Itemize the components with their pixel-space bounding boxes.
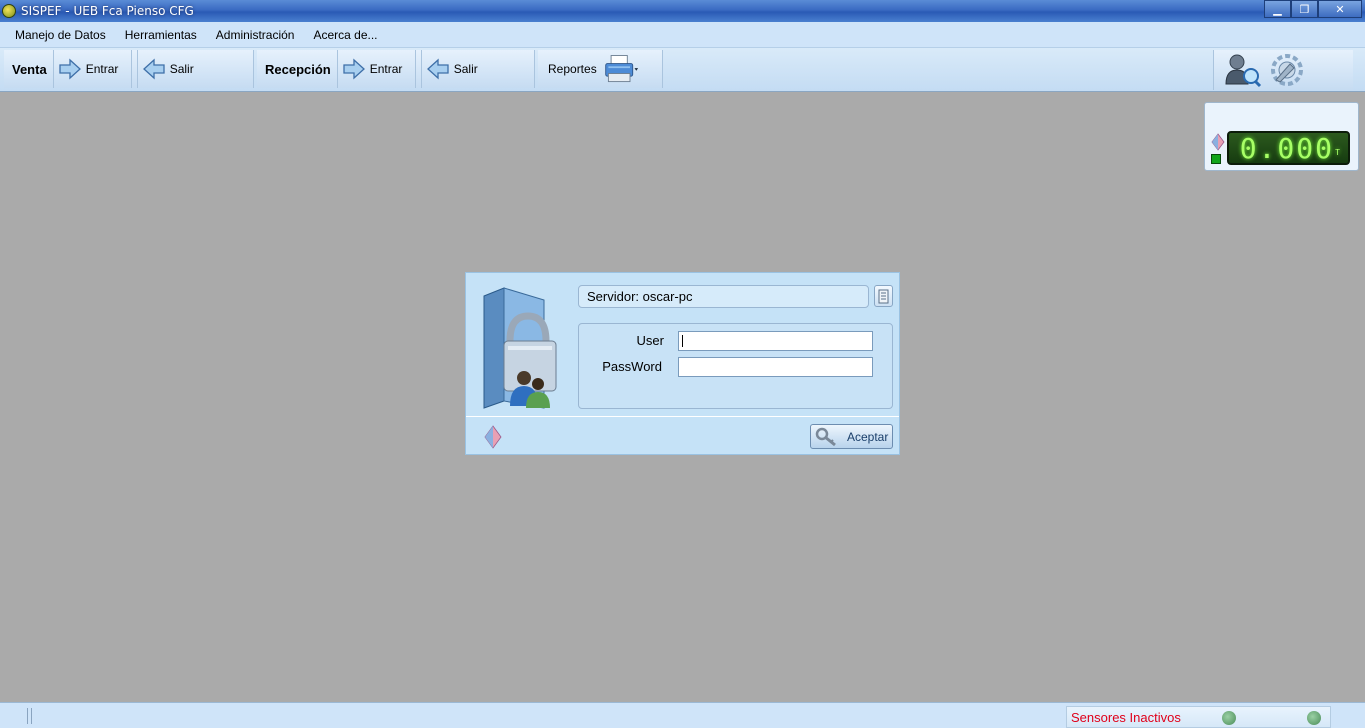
scale-display: 0.000 T [1204, 102, 1359, 171]
server-select-button[interactable] [874, 285, 893, 307]
recepcion-group: Recepción Entrar Salir [257, 50, 535, 88]
server-label-box: Servidor: oscar-pc [578, 285, 869, 308]
accept-label: Aceptar [847, 429, 889, 444]
user-field[interactable] [678, 331, 873, 351]
sensors-status-text: Sensores Inactivos [1071, 710, 1181, 725]
restore-button[interactable]: ❐ [1291, 0, 1318, 18]
password-label: PassWord [602, 359, 662, 374]
scale-lcd: 0.000 T [1227, 131, 1350, 165]
menu-acerca-de[interactable]: Acerca de... [303, 28, 386, 42]
settings-icon[interactable] [1268, 52, 1306, 88]
recepcion-label: Recepción [257, 50, 338, 88]
venta-entrar-label: Entrar [85, 62, 119, 76]
diamond-logo-icon [1211, 133, 1225, 151]
recepcion-salir-label: Salir [453, 62, 478, 76]
scale-value: 0.000 [1239, 131, 1334, 165]
window-title: SISPEF - UEB Fca Pienso CFG [21, 4, 194, 18]
status-grip[interactable] [27, 708, 32, 724]
server-label: Servidor: oscar-pc [587, 289, 693, 304]
user-search-icon[interactable] [1224, 52, 1262, 88]
venta-label: Venta [4, 50, 54, 88]
scale-status-led [1211, 154, 1221, 164]
accept-button[interactable]: Aceptar [810, 424, 893, 449]
sensors-status-panel: Sensores Inactivos [1066, 706, 1331, 728]
sensor-led-1 [1222, 711, 1236, 725]
recepcion-entrar-button[interactable]: Entrar [338, 50, 416, 88]
reportes-group[interactable]: Reportes [538, 50, 663, 88]
arrow-left-icon [426, 58, 449, 80]
security-lock-icon [483, 287, 557, 409]
recepcion-salir-button[interactable]: Salir [422, 50, 486, 88]
diamond-logo-icon [484, 425, 502, 449]
sensor-led-2 [1307, 711, 1321, 725]
venta-salir-button[interactable]: Salir [138, 50, 202, 88]
menu-administracion[interactable]: Administración [206, 28, 304, 42]
window-controls: ▁ ❐ ✕ [1264, 0, 1362, 18]
server-icon [878, 289, 889, 303]
venta-group: Venta Entrar Salir [4, 50, 254, 88]
arrow-left-icon [142, 58, 165, 80]
key-icon [815, 427, 836, 446]
arrow-right-icon [59, 58, 81, 80]
menu-bar: Manejo de Datos Herramientas Administrac… [0, 22, 1365, 48]
printer-icon[interactable] [603, 52, 639, 86]
status-bar: Sensores Inactivos [0, 702, 1365, 728]
scale-unit: T [1335, 148, 1342, 157]
credentials-box: User PassWord [578, 323, 893, 409]
menu-manejo-de-datos[interactable]: Manejo de Datos [5, 28, 115, 42]
minimize-button[interactable]: ▁ [1264, 0, 1291, 18]
menu-herramientas[interactable]: Herramientas [115, 28, 206, 42]
reportes-label: Reportes [548, 62, 597, 76]
venta-salir-label: Salir [169, 62, 194, 76]
arrow-right-icon [343, 58, 365, 80]
dialog-divider [466, 416, 899, 417]
recepcion-entrar-label: Entrar [369, 62, 403, 76]
login-dialog: Servidor: oscar-pc User PassWord Aceptar [465, 272, 900, 455]
text-caret [682, 335, 683, 347]
toolbar-right-icons [1213, 50, 1353, 90]
close-button[interactable]: ✕ [1318, 0, 1362, 18]
password-field[interactable] [678, 357, 873, 377]
app-icon [2, 4, 16, 18]
toolbar: Venta Entrar Salir Recepción Entrar Sali… [0, 48, 1365, 92]
venta-entrar-button[interactable]: Entrar [54, 50, 132, 88]
title-bar[interactable]: SISPEF - UEB Fca Pienso CFG ▁ ❐ ✕ [0, 0, 1365, 22]
user-label: User [636, 333, 664, 348]
